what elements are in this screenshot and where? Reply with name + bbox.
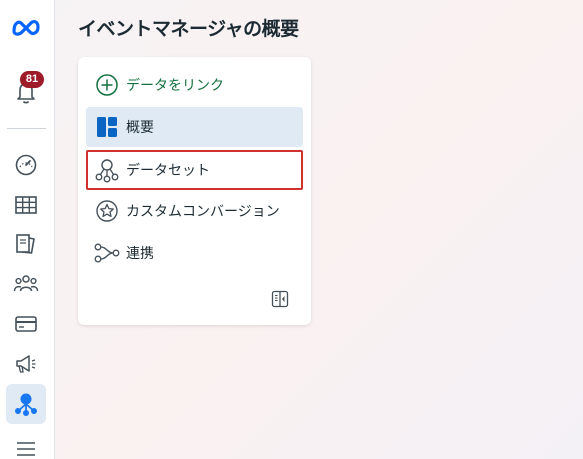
page-title: イベントマネージャの概要 <box>78 18 299 40</box>
events-manager-icon <box>15 393 37 416</box>
link-data-label: データをリンク <box>126 78 224 94</box>
menu-item-integrations[interactable]: 連携 <box>86 233 303 273</box>
meta-logo-icon[interactable] <box>6 7 46 47</box>
left-nav-rail: 81 <box>0 0 55 459</box>
megaphone-icon <box>16 355 36 373</box>
dashboard-icon <box>94 114 120 140</box>
credit-card-icon <box>15 316 37 332</box>
menu-item-overview[interactable]: 概要 <box>86 107 303 147</box>
star-circle-icon <box>94 198 120 224</box>
link-data-button[interactable]: データをリンク <box>86 65 303 105</box>
integration-icon <box>94 240 120 266</box>
nav-ads[interactable] <box>6 344 46 384</box>
notification-badge: 81 <box>20 71 44 88</box>
menu-item-datasets-label: データセット <box>126 163 210 179</box>
table-icon <box>15 196 37 214</box>
nav-audiences[interactable] <box>6 264 46 304</box>
nav-pages[interactable] <box>6 224 46 264</box>
menu-item-custom-conversions-label: カスタムコンバージョン <box>126 204 280 220</box>
menu-icon <box>17 442 35 456</box>
nav-events-manager[interactable] <box>6 384 46 424</box>
menu-item-integrations-label: 連携 <box>126 246 154 262</box>
add-circle-icon <box>94 72 120 98</box>
menu-item-overview-label: 概要 <box>126 120 154 136</box>
nav-overview-dashboard[interactable] <box>6 145 46 185</box>
nav-table[interactable] <box>6 185 46 225</box>
dataset-icon <box>94 157 120 183</box>
rail-divider <box>7 128 46 129</box>
nav-billing[interactable] <box>6 304 46 344</box>
gauge-icon <box>15 154 37 176</box>
collapse-panel-button[interactable] <box>269 288 291 310</box>
menu-item-datasets[interactable]: データセット <box>86 150 303 190</box>
pages-icon <box>16 234 35 254</box>
collapse-sidebar-icon <box>271 290 289 308</box>
menu-item-custom-conversions[interactable]: カスタムコンバージョン <box>86 191 303 231</box>
events-manager-menu-panel: データをリンク 概要 データセット カスタムコンバージョン 連携 <box>78 57 311 325</box>
people-icon <box>13 275 39 292</box>
nav-all-tools[interactable] <box>6 428 46 459</box>
